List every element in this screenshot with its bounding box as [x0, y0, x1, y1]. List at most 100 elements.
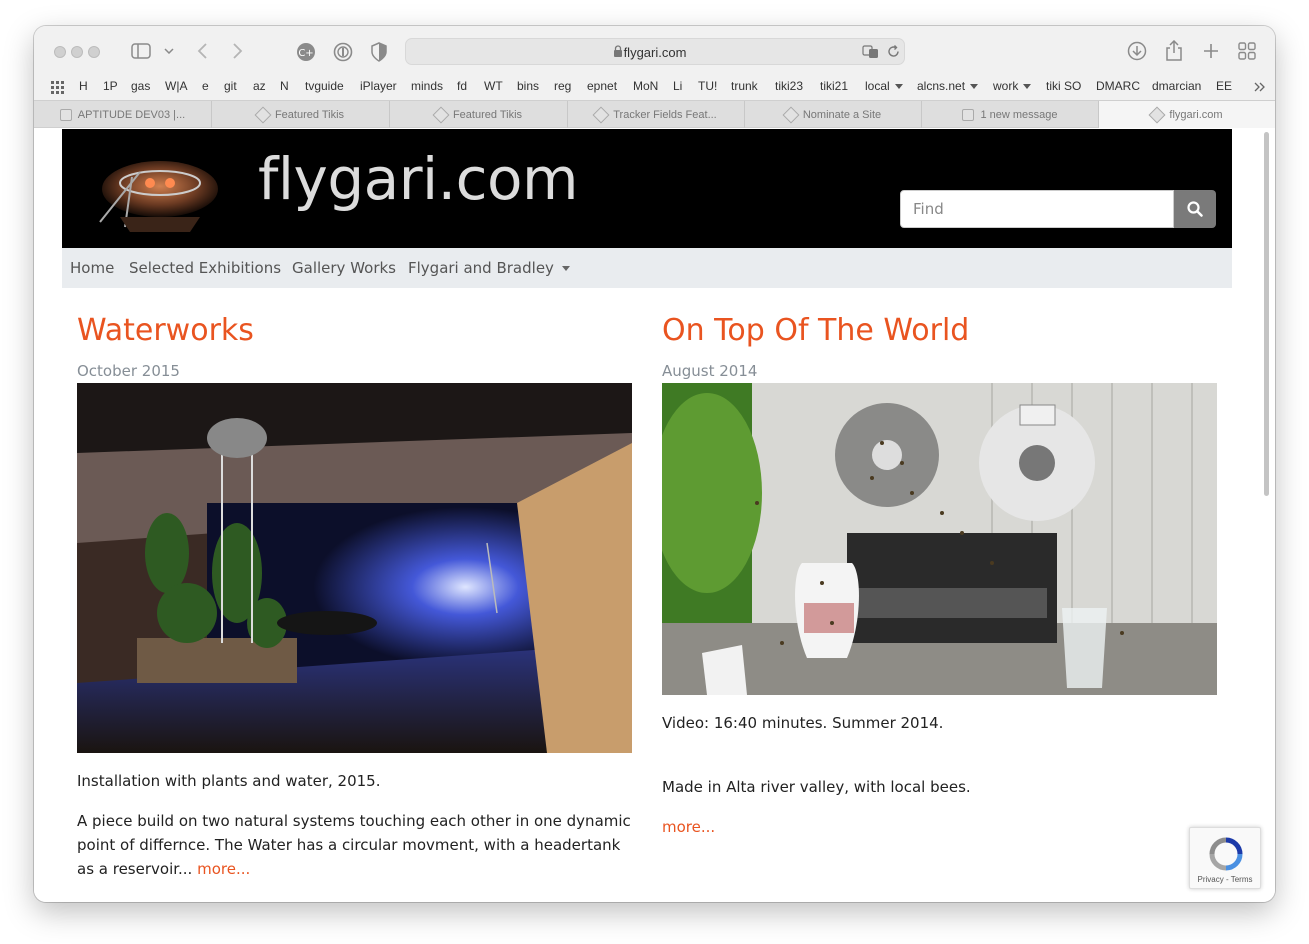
bookmark-item[interactable]: fd: [457, 79, 467, 93]
post-summary: Video: 16:40 minutes. Summer 2014.: [662, 714, 944, 732]
page-content: flygari.com Home Selected Exhibitions Ga…: [34, 129, 1275, 902]
bookmark-item[interactable]: trunk: [731, 79, 758, 93]
bookmark-item[interactable]: az: [253, 79, 266, 93]
chevron-down-icon[interactable]: [164, 48, 174, 54]
tab-favicon-icon: [254, 106, 272, 123]
bookmark-item[interactable]: git: [224, 79, 237, 93]
bookmark-item[interactable]: minds: [411, 79, 443, 93]
nav-gallery-works[interactable]: Gallery Works: [292, 259, 396, 277]
back-icon[interactable]: [196, 43, 208, 59]
browser-toolbar: C+ flygari.com: [34, 26, 1275, 74]
bookmark-folder[interactable]: alcns.net: [917, 79, 979, 93]
bookmark-item[interactable]: tiki21: [820, 79, 848, 93]
reload-icon[interactable]: [887, 45, 900, 58]
bookmark-folder[interactable]: work: [993, 79, 1032, 93]
tab-overview-icon[interactable]: [1238, 42, 1256, 60]
extension-c-icon[interactable]: C+: [296, 42, 316, 62]
site-logo[interactable]: [80, 147, 228, 237]
bookmark-item[interactable]: W|A: [165, 79, 187, 93]
forward-icon[interactable]: [232, 43, 244, 59]
recaptcha-badge[interactable]: Privacy - Terms: [1189, 827, 1261, 889]
bookmark-item[interactable]: TU!: [698, 79, 717, 93]
post-excerpt: Made in Alta river valley, with local be…: [662, 778, 971, 796]
new-tab-icon[interactable]: [1202, 42, 1220, 60]
tab-label: Featured Tikis: [274, 108, 345, 121]
post-date: October 2015: [77, 362, 180, 380]
post-summary: Installation with plants and water, 2015…: [77, 772, 381, 790]
search-button[interactable]: [1174, 190, 1216, 228]
nav-selected-exhibitions[interactable]: Selected Exhibitions: [129, 259, 281, 277]
translate-icon[interactable]: [862, 45, 880, 59]
recaptcha-icon: [1209, 837, 1243, 871]
tab-label: 1 new message: [980, 108, 1058, 121]
bookmark-item[interactable]: iPlayer: [360, 79, 397, 93]
post-title[interactable]: Waterworks: [77, 309, 632, 353]
bookmark-folder-label: work: [993, 79, 1019, 93]
tab-favicon-icon: [962, 108, 975, 121]
post-title[interactable]: On Top Of The World: [662, 309, 1217, 353]
bookmark-item[interactable]: e: [202, 79, 209, 93]
nav-flygari-and-bradley[interactable]: Flygari and Bradley: [408, 259, 570, 277]
address-text: flygari.com: [623, 45, 687, 60]
bookmark-item[interactable]: gas: [131, 79, 150, 93]
bookmark-item[interactable]: Li: [673, 79, 682, 93]
download-icon[interactable]: [1127, 41, 1147, 61]
tab-new-message[interactable]: 1 new message: [922, 101, 1099, 128]
tab-favicon-icon: [782, 106, 800, 123]
caret-down-icon: [561, 266, 570, 271]
tab-label: Nominate a Site: [802, 108, 882, 121]
tab-featured-tikis-2[interactable]: Featured Tikis: [390, 101, 568, 128]
tab-bar: APTITUDE DEV03 |... Featured Tikis Featu…: [34, 100, 1275, 128]
bookmark-item[interactable]: dmarcian: [1152, 79, 1201, 93]
bookmark-item[interactable]: N: [280, 79, 289, 93]
bookmark-item[interactable]: MoN: [633, 79, 658, 93]
bookmark-item[interactable]: tvguide: [305, 79, 344, 93]
search-input[interactable]: [900, 190, 1174, 228]
nav-home[interactable]: Home: [70, 259, 114, 277]
tab-featured-tikis-1[interactable]: Featured Tikis: [212, 101, 390, 128]
tab-nominate-site[interactable]: Nominate a Site: [745, 101, 922, 128]
site-title[interactable]: flygari.com: [258, 145, 579, 213]
post-more: more...: [662, 815, 1217, 839]
bookmark-item[interactable]: DMARC: [1096, 79, 1140, 93]
tab-tracker-fields[interactable]: Tracker Fields Feat...: [568, 101, 745, 128]
read-more-link[interactable]: more...: [197, 860, 250, 878]
tab-label: Featured Tikis: [452, 108, 523, 121]
more-bookmarks-icon[interactable]: [1254, 82, 1266, 92]
tab-favicon-icon: [592, 106, 610, 123]
bookmarks-bar: H 1P gas W|A e git az N tvguide iPlayer …: [34, 74, 1275, 100]
apps-grid-icon[interactable]: [51, 81, 64, 94]
bookmark-folder[interactable]: local: [865, 79, 903, 93]
browser-window: C+ flygari.com H 1P gas W|A e git az N t…: [34, 26, 1275, 902]
site-header: flygari.com: [62, 129, 1232, 248]
bookmark-item[interactable]: EE: [1216, 79, 1232, 93]
tab-favicon-icon: [1148, 106, 1166, 123]
post-date: August 2014: [662, 362, 758, 380]
bookmark-item[interactable]: bins: [517, 79, 539, 93]
minimize-window-button[interactable]: [71, 46, 83, 58]
bookmark-item[interactable]: H: [79, 79, 88, 93]
tab-flygari[interactable]: flygari.com: [1099, 101, 1275, 128]
chevron-down-icon: [970, 84, 979, 90]
password-manager-icon[interactable]: [333, 42, 353, 62]
zoom-window-button[interactable]: [88, 46, 100, 58]
read-more-link[interactable]: more...: [662, 818, 715, 836]
address-bar[interactable]: flygari.com: [405, 38, 905, 65]
bookmark-item[interactable]: tiki SO: [1046, 79, 1081, 93]
bookmark-item[interactable]: WT: [484, 79, 503, 93]
sidebar-icon[interactable]: [131, 43, 151, 59]
bookmark-item[interactable]: reg: [554, 79, 571, 93]
shield-icon[interactable]: [371, 42, 387, 62]
bookmark-item[interactable]: epnet: [587, 79, 617, 93]
bookmark-item[interactable]: 1P: [103, 79, 118, 93]
recaptcha-label[interactable]: Privacy - Terms: [1190, 875, 1260, 884]
bookmark-item[interactable]: tiki23: [775, 79, 803, 93]
post-image[interactable]: [662, 383, 1217, 695]
chevron-down-icon: [894, 84, 903, 90]
share-icon[interactable]: [1165, 40, 1183, 61]
tab-aptitude[interactable]: APTITUDE DEV03 |...: [34, 101, 212, 128]
post-image[interactable]: [77, 383, 632, 753]
tab-label: Tracker Fields Feat...: [613, 108, 717, 121]
vertical-scrollbar[interactable]: [1264, 132, 1269, 496]
close-window-button[interactable]: [54, 46, 66, 58]
